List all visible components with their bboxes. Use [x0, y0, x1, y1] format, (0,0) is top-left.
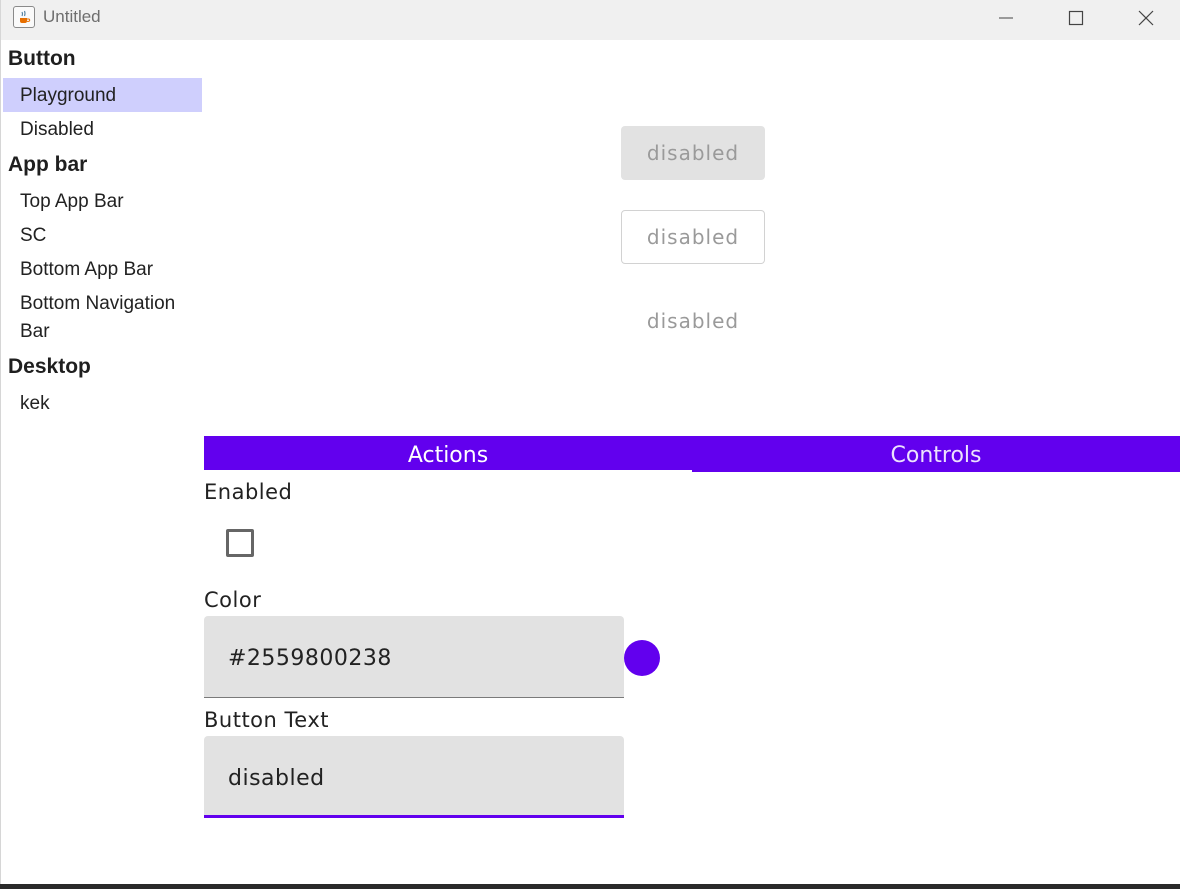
sidebar-item-bottom-app-bar[interactable]: Bottom App Bar	[3, 256, 202, 284]
contained-button-preview: disabled	[621, 126, 765, 180]
close-icon	[1138, 10, 1154, 26]
sidebar-item-sc[interactable]: SC	[3, 222, 202, 250]
button-text-input[interactable]	[228, 762, 598, 794]
app-window: Untitled Button Playground Disabled App …	[0, 0, 1180, 884]
text-button-preview: disabled	[646, 309, 740, 333]
enabled-checkbox[interactable]	[226, 529, 254, 557]
color-field	[204, 616, 624, 698]
sidebar-item-kek[interactable]: kek	[3, 390, 202, 418]
sidebar-item-top-app-bar[interactable]: Top App Bar	[3, 188, 202, 216]
color-swatch[interactable]	[624, 640, 660, 676]
tab-controls[interactable]: Controls	[692, 436, 1180, 470]
window-title: Untitled	[43, 7, 101, 26]
sidebar-item-disabled[interactable]: Disabled	[3, 116, 202, 144]
sidebar-section-app-bar: App bar	[8, 153, 88, 176]
button-text-label: Button Text	[204, 708, 329, 732]
tab-actions[interactable]: Actions	[204, 436, 692, 470]
tab-indicator	[692, 470, 1180, 472]
color-input[interactable]	[228, 642, 598, 674]
color-label: Color	[204, 588, 262, 612]
maximize-button[interactable]	[1041, 0, 1111, 36]
java-app-icon	[13, 6, 35, 28]
outlined-button-preview: disabled	[621, 210, 765, 264]
sidebar-item-playground[interactable]: Playground	[3, 78, 202, 112]
minimize-icon	[999, 17, 1013, 19]
close-button[interactable]	[1111, 0, 1180, 36]
sidebar-item-bottom-navigation-bar[interactable]: Bottom Navigation Bar	[3, 290, 202, 346]
button-text-field	[204, 736, 624, 818]
sidebar-section-desktop: Desktop	[8, 355, 91, 378]
title-bar: Untitled	[1, 0, 1180, 40]
minimize-button[interactable]	[971, 0, 1041, 36]
tab-bar: Actions Controls	[204, 436, 1180, 472]
sidebar-section-button: Button	[8, 47, 76, 70]
enabled-label: Enabled	[204, 480, 293, 504]
maximize-icon	[1068, 10, 1084, 26]
